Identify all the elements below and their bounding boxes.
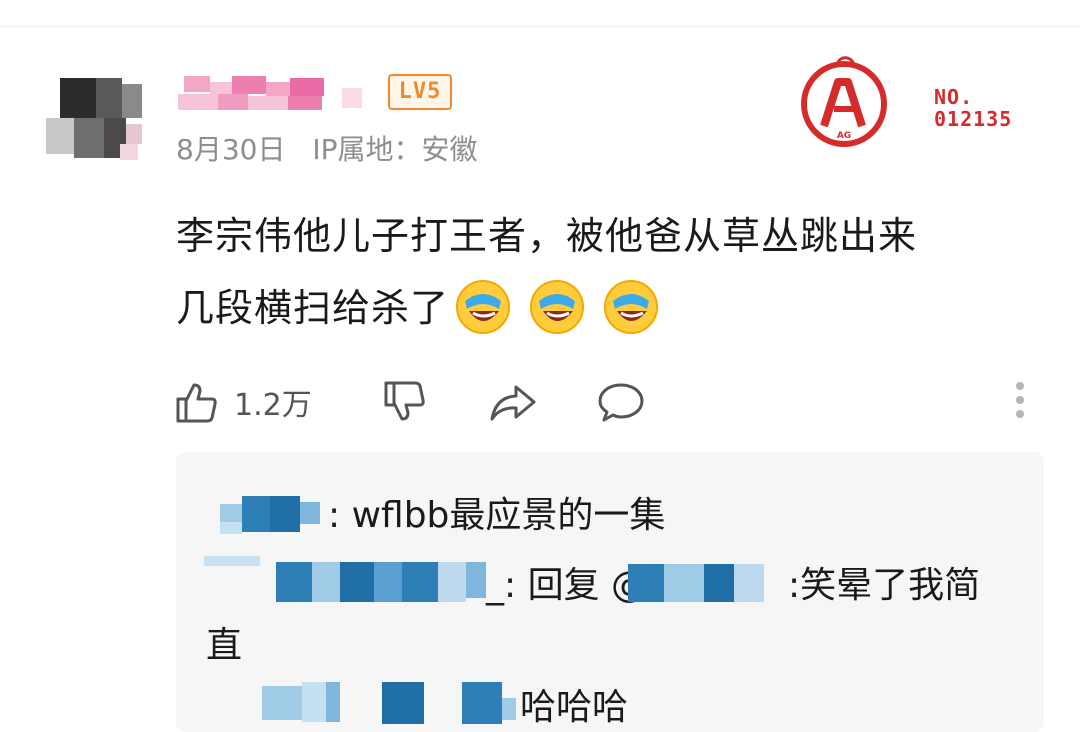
thumbs-up-icon: [176, 383, 217, 423]
reply-text: : wflbb最应景的一集: [328, 495, 666, 536]
comment-icon: [598, 383, 644, 422]
username-obscured[interactable]: [178, 74, 378, 114]
like-count: 1.2万: [234, 388, 312, 423]
like-button[interactable]: 1.2万: [174, 374, 312, 430]
comment-text-line2: 几段横扫给杀了: [176, 286, 450, 330]
reply-thread[interactable]: : wflbb最应景的一集 _: 回复 @ :笑晕了我简 直 哈哈哈: [176, 452, 1044, 732]
reply-text-suffix: :笑晕了我简: [788, 565, 981, 606]
emblem-number: NO. 012135: [934, 85, 1013, 131]
top-divider: [0, 26, 1080, 27]
avatar[interactable]: [46, 78, 142, 162]
emblem-logo-text: AG: [837, 131, 851, 141]
laughing-crying-emoji-icon: [456, 280, 511, 334]
laughing-crying-emoji-icon: [604, 280, 659, 334]
comment-body: 李宗伟他儿子打王者，被他爸从草丛跳出来 几段横扫给杀了: [176, 200, 1046, 344]
ag-emblem-icon: AG: [801, 56, 887, 147]
comment-meta: 8月30日 IP属地：安徽: [176, 128, 496, 168]
laughing-crying-emoji-icon: [530, 280, 585, 334]
comment-date: 8月30日: [176, 133, 286, 166]
ip-location: IP属地：安徽: [312, 133, 478, 166]
reply-text: 哈哈哈: [520, 687, 629, 728]
thumbs-down-icon: [384, 381, 425, 421]
comment-actions: 1.2万: [174, 374, 1044, 430]
level-badge: LV5: [388, 74, 452, 110]
dislike-button[interactable]: [382, 374, 428, 430]
reply-text-prefix: _: 回复 @: [486, 565, 648, 606]
reply-button[interactable]: [596, 374, 646, 430]
share-icon: [490, 385, 536, 421]
reply-text-wrap: 直: [206, 625, 243, 666]
more-vertical-icon[interactable]: [1012, 380, 1028, 420]
comment-text-line2-wrap: 几段横扫给杀了: [176, 272, 1046, 344]
share-button[interactable]: [488, 374, 538, 430]
comment-text-line1: 李宗伟他儿子打王者，被他爸从草丛跳出来: [176, 214, 918, 258]
